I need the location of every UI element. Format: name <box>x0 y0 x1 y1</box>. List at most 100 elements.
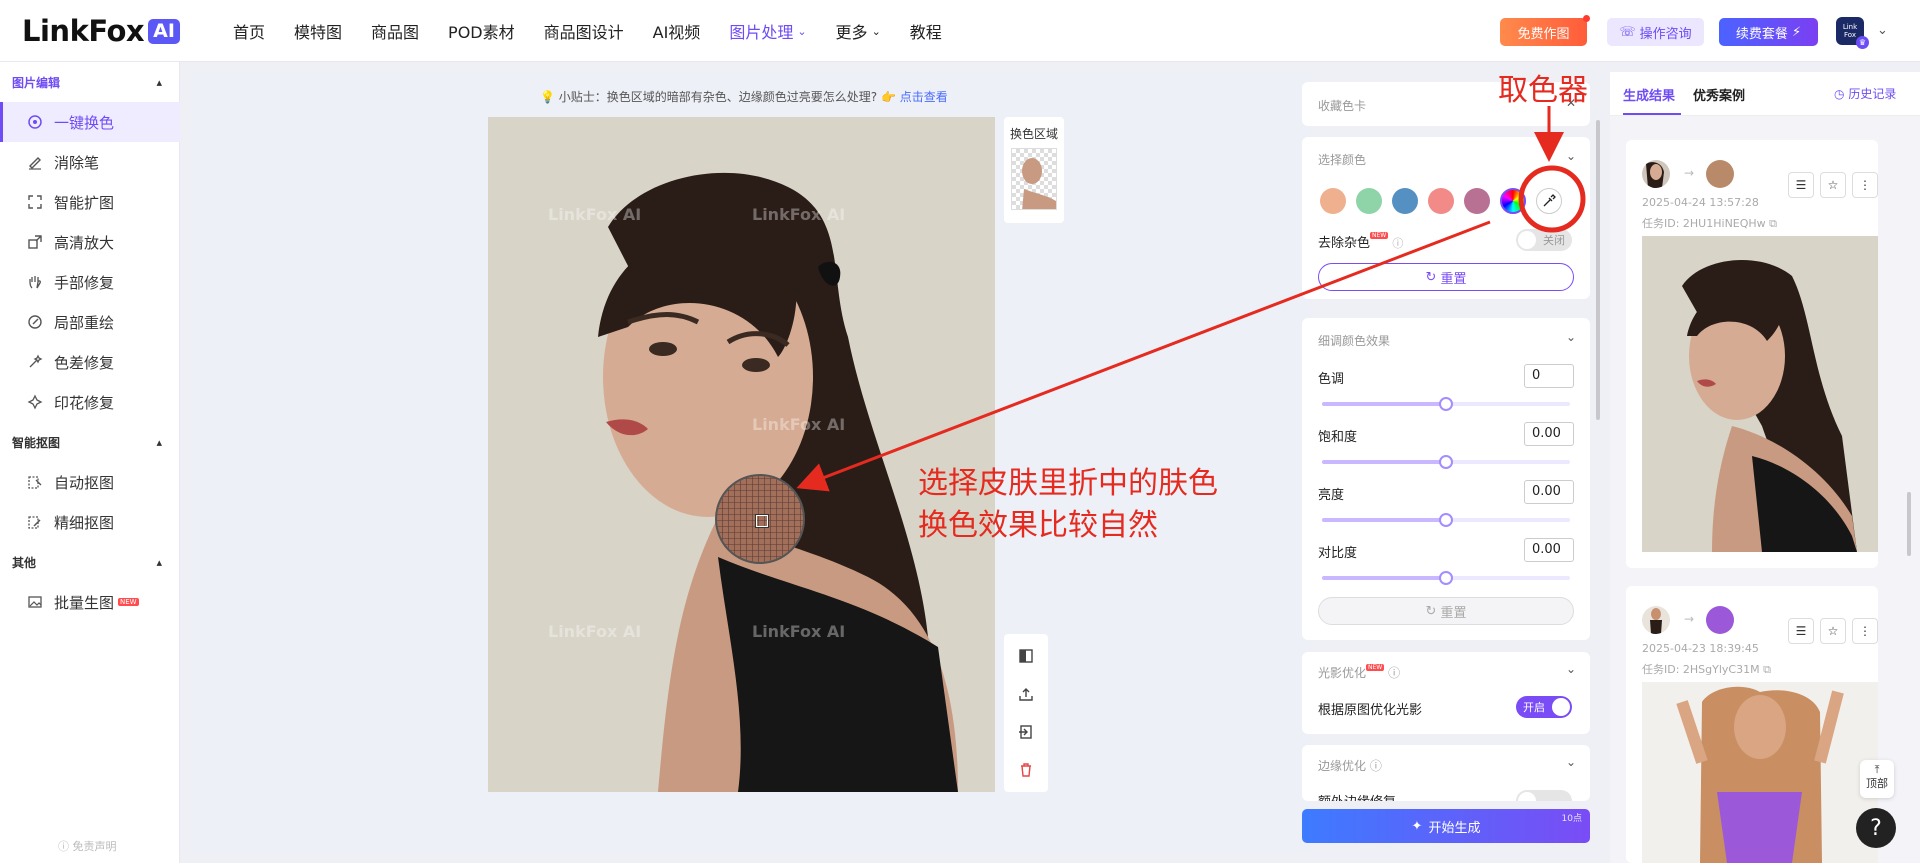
sidebar-item-eraser[interactable]: 消除笔 <box>0 142 180 182</box>
delete-icon[interactable] <box>1014 758 1038 782</box>
sidebar-item-expand[interactable]: 智能扩图 <box>0 182 180 222</box>
nav-home[interactable]: 首页 <box>233 19 265 43</box>
swatch-coral[interactable] <box>1428 188 1454 214</box>
generate-button[interactable]: ✦ 开始生成 10点 <box>1302 809 1590 843</box>
disclaimer-link[interactable]: ⓘ 免责声明 <box>58 838 117 854</box>
more-icon[interactable]: ⋮ <box>1852 618 1878 644</box>
recolor-icon <box>26 113 44 131</box>
slider-knob[interactable] <box>1439 513 1453 527</box>
nav-image-processing[interactable]: 图片处理 ⌄ <box>729 19 806 43</box>
brightness-input[interactable]: 0.00 <box>1524 480 1574 504</box>
nav-model-image[interactable]: 模特图 <box>294 19 342 43</box>
result-date: 2025-04-23 18:39:45 <box>1642 642 1759 655</box>
source-thumbnail[interactable] <box>1642 606 1670 634</box>
tab-underline <box>1623 113 1681 115</box>
section-image-edit[interactable]: 图片编辑 ▴ <box>0 67 180 97</box>
saturation-slider[interactable] <box>1322 455 1570 469</box>
copy-icon[interactable]: ⧉ <box>1763 663 1771 676</box>
chevron-down-icon[interactable]: ⌄ <box>1566 149 1576 163</box>
help-button[interactable]: ? <box>1856 808 1896 848</box>
avatar[interactable]: Link Fox ♛ <box>1836 17 1869 49</box>
sidebar-item-upscale[interactable]: 高清放大 <box>0 222 180 262</box>
cutout-icon <box>26 473 44 491</box>
edge-extra-label: 额外边缘修复 <box>1318 791 1396 801</box>
compare-icon[interactable] <box>1014 644 1038 668</box>
chevron-down-icon[interactable]: ⌄ <box>1566 662 1576 676</box>
nav-product-image[interactable]: 商品图 <box>371 19 419 43</box>
replace-image-icon[interactable] <box>1014 720 1038 744</box>
annotation-title: 取色器 <box>1498 73 1588 108</box>
color-picker-loupe[interactable] <box>715 474 805 564</box>
recolor-area-card[interactable]: 换色区域 <box>1004 117 1064 223</box>
star-icon[interactable]: ☆ <box>1820 172 1846 198</box>
slider-knob[interactable] <box>1439 571 1453 585</box>
section-smart-cutout[interactable]: 智能抠图 ▴ <box>0 427 180 457</box>
nav-pod[interactable]: POD素材 <box>448 19 515 43</box>
nav-ai-video[interactable]: AI视频 <box>653 19 701 43</box>
reset-color-button[interactable]: ↻ 重置 <box>1318 263 1574 291</box>
chevron-down-icon[interactable]: ⌄ <box>1566 755 1576 769</box>
copy-icon[interactable]: ⧉ <box>1769 217 1777 230</box>
refresh-icon: ↻ <box>1425 603 1437 619</box>
tip-link[interactable]: 点击查看 <box>900 90 948 104</box>
light-opt-toggle[interactable]: 开启 <box>1516 696 1572 718</box>
sidebar-item-hand-fix[interactable]: 手部修复 <box>0 262 180 302</box>
swatch-mauve[interactable] <box>1464 188 1490 214</box>
wand-icon <box>26 353 44 371</box>
hue-label: 色调 <box>1318 372 1345 387</box>
hue-slider[interactable] <box>1322 397 1570 411</box>
consult-button[interactable]: ☏ 操作咨询 <box>1607 18 1704 46</box>
result-image[interactable] <box>1642 236 1878 552</box>
slider-knob[interactable] <box>1439 397 1453 411</box>
source-thumbnail[interactable] <box>1642 160 1670 188</box>
sidebar-item-auto-cutout[interactable]: 自动抠图 <box>0 462 180 502</box>
adjust-icon[interactable]: ☰ <box>1788 618 1814 644</box>
free-create-button[interactable]: 免费作图 <box>1500 15 1590 46</box>
brightness-slider[interactable] <box>1322 513 1570 527</box>
swatch-blue[interactable] <box>1392 188 1418 214</box>
chevron-down-icon[interactable]: ⌄ <box>1877 23 1888 38</box>
nav-tutorial[interactable]: 教程 <box>910 19 942 43</box>
contrast-slider[interactable] <box>1322 571 1570 585</box>
saturation-input[interactable]: 0.00 <box>1524 422 1574 446</box>
nav-product-design[interactable]: 商品图设计 <box>544 19 624 43</box>
eyedropper-button[interactable] <box>1536 188 1562 214</box>
sidebar-item-color-fix[interactable]: 色差修复 <box>0 342 180 382</box>
remove-noise-toggle[interactable]: 关闭 <box>1516 229 1572 251</box>
more-icon[interactable]: ⋮ <box>1852 172 1878 198</box>
swatch-green[interactable] <box>1356 188 1382 214</box>
panel-scrollbar[interactable] <box>1596 120 1600 420</box>
contrast-input[interactable]: 0.00 <box>1524 538 1574 562</box>
edge-extra-toggle[interactable] <box>1516 790 1572 801</box>
reset-tune-button[interactable]: ↻ 重置 <box>1318 597 1574 625</box>
adjust-icon[interactable]: ☰ <box>1788 172 1814 198</box>
result-date: 2025-04-24 13:57:28 <box>1642 196 1759 209</box>
sidebar-item-print-fix[interactable]: 印花修复 <box>0 382 180 422</box>
hue-input[interactable]: 0 <box>1524 364 1574 388</box>
back-to-top-button[interactable]: ⤒ 顶部 <box>1860 760 1894 798</box>
slider-knob[interactable] <box>1439 455 1453 469</box>
tab-cases[interactable]: 优秀案例 <box>1693 85 1745 104</box>
new-badge: NEW <box>1370 232 1389 239</box>
sidebar: 图片编辑▴ 一键换色 消除笔 智能扩图 高清放大 手部修复 局部重绘 色差修复 <box>0 62 180 863</box>
help-icon: ⓘ <box>1392 237 1404 250</box>
sidebar-item-batch[interactable]: 批量生图 NEW <box>0 582 180 622</box>
renew-plan-button[interactable]: 续费套餐 ⚡ <box>1719 18 1818 46</box>
sidebar-item-recolor[interactable]: 一键换色 <box>0 102 180 142</box>
custom-color-wheel[interactable] <box>1500 188 1526 214</box>
swatch-peach[interactable] <box>1320 188 1346 214</box>
chevron-down-icon[interactable]: ⌄ <box>1566 330 1576 344</box>
sidebar-item-fine-cutout[interactable]: 精细抠图 <box>0 502 180 542</box>
results-scrollbar[interactable] <box>1907 492 1911 556</box>
nav-more[interactable]: 更多 ⌄ <box>836 19 881 43</box>
section-other[interactable]: 其他 ▴ <box>0 547 180 577</box>
history-link[interactable]: ◷ 历史记录 <box>1834 85 1896 102</box>
result-image[interactable] <box>1642 682 1878 863</box>
tab-results[interactable]: 生成结果 <box>1623 85 1675 104</box>
star-icon[interactable]: ☆ <box>1820 618 1846 644</box>
refresh-icon: ↻ <box>1425 269 1437 285</box>
logo[interactable]: LinkFox AI <box>22 13 180 49</box>
source-photo[interactable]: LinkFox AI LinkFox AI LinkFox AI LinkFox… <box>488 117 995 792</box>
sidebar-item-inpaint[interactable]: 局部重绘 <box>0 302 180 342</box>
upload-icon[interactable] <box>1014 682 1038 706</box>
